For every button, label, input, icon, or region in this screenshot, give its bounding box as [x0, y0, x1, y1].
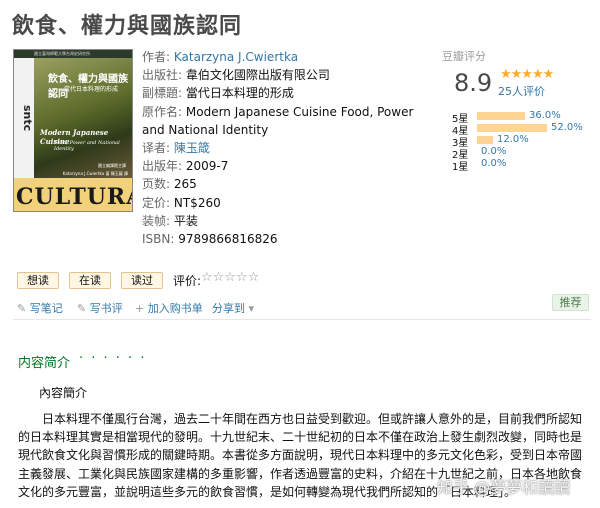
cover-subtitle: 當代日本料理的形成 — [64, 86, 119, 93]
rating-row: 1星 0.0% — [452, 158, 592, 173]
rating-row-bar — [477, 124, 547, 132]
divider — [13, 319, 591, 320]
rating-row: 2星 0.0% — [452, 146, 592, 161]
isbn-label: ISBN: — [142, 232, 175, 247]
price-label: 定价: — [142, 195, 171, 210]
price-value: NT$260 — [173, 195, 221, 210]
cover-credit-2: Katarzyna J.Cwiertka 著 陳玉箴 譯 — [62, 171, 128, 176]
info-year-row: 出版年: 2009-7 — [142, 157, 424, 175]
rating-row-percent: 0.0% — [481, 146, 507, 157]
section-title: 内容简介 — [18, 356, 71, 371]
want-to-read-button[interactable]: 想读 — [17, 272, 59, 289]
rating-row: 5星 36.0% — [452, 110, 592, 125]
book-title: 飲食、權力與國族認同 — [12, 14, 243, 39]
rating-row-label: 1星 — [452, 162, 469, 173]
info-subtitle-row: 副標題: 當代日本料理的形成 — [142, 84, 424, 102]
write-review-label: 写书评 — [89, 302, 123, 315]
cover-english-subtitle: Food, Power and National Identity — [54, 140, 120, 152]
cover-spine-logo: sntc — [14, 58, 34, 178]
info-translator-row: 译者: 陳玉箴 — [142, 139, 424, 157]
pages-value: 265 — [173, 177, 197, 192]
rating-row-percent: 12.0% — [497, 134, 529, 145]
cover-word: CULTURAL — [16, 184, 132, 210]
info-author-row: 作者: Katarzyna J.Cwiertka — [142, 48, 424, 66]
subtitle-value: 當代日本料理的形成 — [185, 86, 294, 101]
watermark: 知乎 @夢夢和讀讀 — [437, 478, 571, 497]
pages-label: 页数: — [142, 177, 171, 192]
info-binding-row: 装帧: 平装 — [142, 212, 424, 230]
publisher-label: 出版社: — [142, 68, 183, 83]
isbn-value: 9789866816826 — [178, 232, 278, 247]
binding-label: 装帧: — [142, 213, 171, 228]
year-label: 出版年: — [142, 159, 183, 174]
original-title-value: Modern Japanese Cuisine Food, Power and … — [142, 104, 414, 137]
subtitle-label: 副標題: — [142, 86, 183, 101]
rating-row-percent: 52.0% — [551, 122, 583, 133]
rating-row-bar — [477, 136, 493, 144]
book-info: 作者: Katarzyna J.Cwiertka 出版社: 韋伯文化國際出版有限… — [142, 48, 424, 248]
rating-count-link[interactable]: 25人评价 — [498, 83, 545, 99]
add-to-booklist-link[interactable]: + 加入购书单 — [135, 300, 203, 316]
add-to-booklist-label: 加入购书单 — [147, 302, 203, 315]
rating-score: 8.9 — [454, 69, 493, 97]
share-dropdown[interactable]: 分享到 ▾ — [212, 300, 254, 316]
rating-stars-icon: ★★★★★ — [500, 67, 554, 82]
rating-panel: 豆瓣评分 — [442, 48, 592, 64]
info-pages-row: 页数: 265 — [142, 175, 424, 193]
share-label: 分享到 — [212, 302, 245, 315]
have-read-button[interactable]: 读过 — [121, 272, 163, 289]
intro-heading: 內容簡介 — [39, 386, 88, 400]
plus-icon: + — [135, 302, 145, 315]
info-isbn-row: ISBN: 9789866816826 — [142, 230, 424, 248]
chevron-down-icon: ▾ — [248, 302, 255, 315]
author-link[interactable]: Katarzyna J.Cwiertka — [174, 50, 298, 64]
section-title-dots: · · · · · · — [79, 351, 147, 366]
info-original-row: 原作名: Modern Japanese Cuisine Food, Power… — [142, 103, 424, 139]
info-publisher-row: 出版社: 韋伯文化國際出版有限公司 — [142, 66, 424, 84]
translator-label: 译者: — [142, 141, 171, 156]
publisher-value: 韋伯文化國際出版有限公司 — [185, 68, 330, 83]
write-note-link[interactable]: ✎ 写笔记 — [17, 300, 63, 316]
pencil-icon: ✎ — [17, 302, 27, 315]
binding-value: 平装 — [173, 213, 198, 228]
evaluate-stars-icon[interactable]: ☆☆☆☆☆ — [201, 270, 259, 285]
book-cover-image[interactable]: 國立臺灣師範大學台灣史研究所 sntc 飲食、權力與國族認同 當代日本料理的形成… — [13, 49, 133, 212]
original-title-label: 原作名: — [142, 104, 183, 119]
cover-credit-1: 國立編譯館主譯 — [98, 163, 126, 168]
write-review-link[interactable]: ✎ 写书评 — [77, 300, 123, 316]
rating-title: 豆瓣评分 — [442, 50, 486, 63]
recommend-button[interactable]: 推荐 — [552, 294, 589, 311]
translator-link[interactable]: 陳玉箴 — [174, 141, 210, 155]
rating-row: 3星 12.0% — [452, 134, 592, 149]
author-label: 作者: — [142, 50, 171, 64]
pencil-icon: ✎ — [77, 302, 87, 315]
cover-top-band: 國立臺灣師範大學台灣史研究所 — [14, 50, 132, 58]
year-value: 2009-7 — [185, 159, 229, 174]
write-note-label: 写笔记 — [29, 302, 63, 315]
rating-row-bar — [477, 112, 525, 120]
reading-button[interactable]: 在读 — [69, 272, 111, 289]
rating-row-percent: 36.0% — [529, 110, 561, 121]
info-price-row: 定价: NT$260 — [142, 194, 424, 212]
rating-row: 4星 52.0% — [452, 122, 592, 137]
evaluate-label: 评价: — [173, 274, 202, 288]
rating-row-percent: 0.0% — [481, 158, 507, 169]
